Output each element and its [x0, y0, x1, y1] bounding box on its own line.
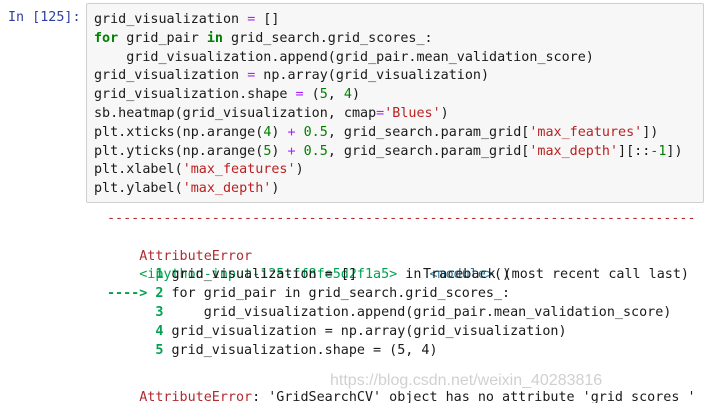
frame-code: grid_visualization — [171, 323, 325, 339]
code-token: grid_pair — [118, 30, 207, 46]
code-line: grid_visualization = [] — [94, 11, 683, 30]
code-token: 0.5 — [303, 143, 328, 159]
traceback-frame-line: ----> 2 for grid_pair in grid_search.gri… — [107, 285, 697, 304]
frame-code: [] — [340, 267, 357, 283]
code-line: grid_visualization.append(grid_pair.mean… — [94, 49, 683, 68]
code-token: 'max_features' — [529, 124, 643, 140]
code-token: 'max_depth' — [529, 143, 619, 159]
code-token: [] — [255, 12, 280, 27]
code-token: ) — [351, 87, 361, 103]
frame-code: grid_visualization — [171, 267, 325, 283]
code-token: 'max_features' — [182, 162, 296, 178]
line-number: 4 — [107, 323, 172, 339]
frame-code: grid_visualization.append(grid_pair.mean… — [171, 304, 672, 320]
traceback-frame-line: 4 grid_visualization = np.array(grid_vis… — [107, 323, 697, 342]
code-token: ) — [271, 143, 288, 159]
code-token: plt.xticks(np.arange( — [94, 124, 264, 140]
code-token: plt.yticks(np.arange( — [94, 143, 264, 159]
code-token: grid_search.grid_scores_: — [223, 30, 433, 46]
code-token: 5 — [319, 87, 328, 103]
frame-code: for — [171, 286, 196, 302]
frame-code: grid_pair — [195, 286, 285, 302]
input-prompt: In [125]: — [8, 10, 81, 25]
code-token: in — [206, 30, 223, 46]
code-line: plt.ylabel('max_depth') — [94, 180, 683, 199]
code-token: 'max_depth' — [182, 181, 272, 197]
final-error-name: AttributeError — [139, 390, 253, 403]
code-token: for — [94, 30, 119, 46]
code-editor[interactable]: grid_visualization = [] for grid_pair in … — [94, 11, 683, 199]
watermark: https://blog.csdn.net/weixin_40283816 — [330, 372, 603, 389]
code-token: grid_visualization.shape — [94, 87, 296, 103]
code-line: for grid_pair in grid_search.grid_scores… — [94, 30, 683, 49]
line-number: 3 — [107, 304, 172, 320]
traceback-frame-line: 5 grid_visualization.shape = (5, 4) — [107, 342, 697, 361]
code-token: ) — [295, 162, 304, 178]
code-token: np.array(grid_visualization) — [255, 68, 490, 84]
final-error-message: : 'GridSearchCV' object has no attribute… — [252, 390, 696, 403]
code-line: plt.xlabel('max_features') — [94, 161, 683, 180]
code-token: ( — [303, 87, 320, 103]
frame-code: np.array(grid_visualization) — [332, 323, 567, 339]
code-token: plt.ylabel( — [94, 181, 183, 197]
frame-code: grid_search.grid_scores_: — [300, 286, 511, 302]
frame-code: (5, 4) — [381, 342, 438, 358]
code-token: -1 — [650, 143, 667, 159]
code-token: , grid_search.param_grid[ — [327, 143, 530, 159]
code-token: grid_visualization — [94, 12, 248, 27]
code-cell-input[interactable]: grid_visualization = [] for grid_pair in … — [86, 3, 704, 203]
code-token: ]) — [642, 124, 659, 140]
cell-output: ----------------------------------------… — [107, 210, 697, 403]
code-token: , — [327, 87, 344, 103]
code-token: ) — [271, 124, 288, 140]
frame-code: = — [324, 323, 333, 339]
code-line: sb.heatmap(grid_visualization, cmap='Blu… — [94, 105, 683, 124]
frame-code: in — [284, 286, 301, 302]
frame-code: = — [373, 342, 382, 358]
code-token: 0.5 — [303, 124, 328, 140]
code-token: plt.xlabel( — [94, 162, 183, 178]
code-token: grid_visualization.append(grid_pair.mean… — [94, 49, 594, 65]
frame-code: grid_visualization.shape — [171, 342, 374, 358]
line-number: 5 — [107, 342, 172, 358]
code-token: sb.heatmap(grid_visualization, cmap — [94, 105, 377, 121]
code-token: + — [287, 143, 296, 159]
code-line: grid_visualization = np.array(grid_visua… — [94, 67, 683, 86]
code-token: ) — [440, 105, 449, 121]
traceback-label: Traceback (most recent call last) — [422, 267, 689, 283]
traceback-header: AttributeError Traceback (most recent ca… — [107, 229, 697, 283]
code-line: plt.xticks(np.arange(4) + 0.5, grid_sear… — [94, 124, 683, 143]
error-name: AttributeError — [139, 248, 253, 264]
code-token: = — [295, 87, 304, 103]
code-token: grid_visualization — [94, 68, 248, 84]
code-token: ]) — [666, 143, 683, 159]
traceback-frame-line: 3 grid_visualization.append(grid_pair.me… — [107, 304, 697, 323]
frame-code: = — [324, 267, 341, 283]
traceback-separator: ----------------------------------------… — [107, 211, 697, 226]
code-token: 4 — [343, 87, 352, 103]
code-token: 'Blues' — [384, 105, 441, 121]
code-line: plt.yticks(np.arange(5) + 0.5, grid_sear… — [94, 143, 683, 162]
code-token: + — [287, 124, 296, 140]
code-line: grid_visualization.shape = (5, 4) — [94, 86, 683, 105]
code-token: , grid_search.param_grid[ — [327, 124, 530, 140]
code-token: ][:: — [618, 143, 651, 159]
code-token: ) — [271, 181, 280, 197]
